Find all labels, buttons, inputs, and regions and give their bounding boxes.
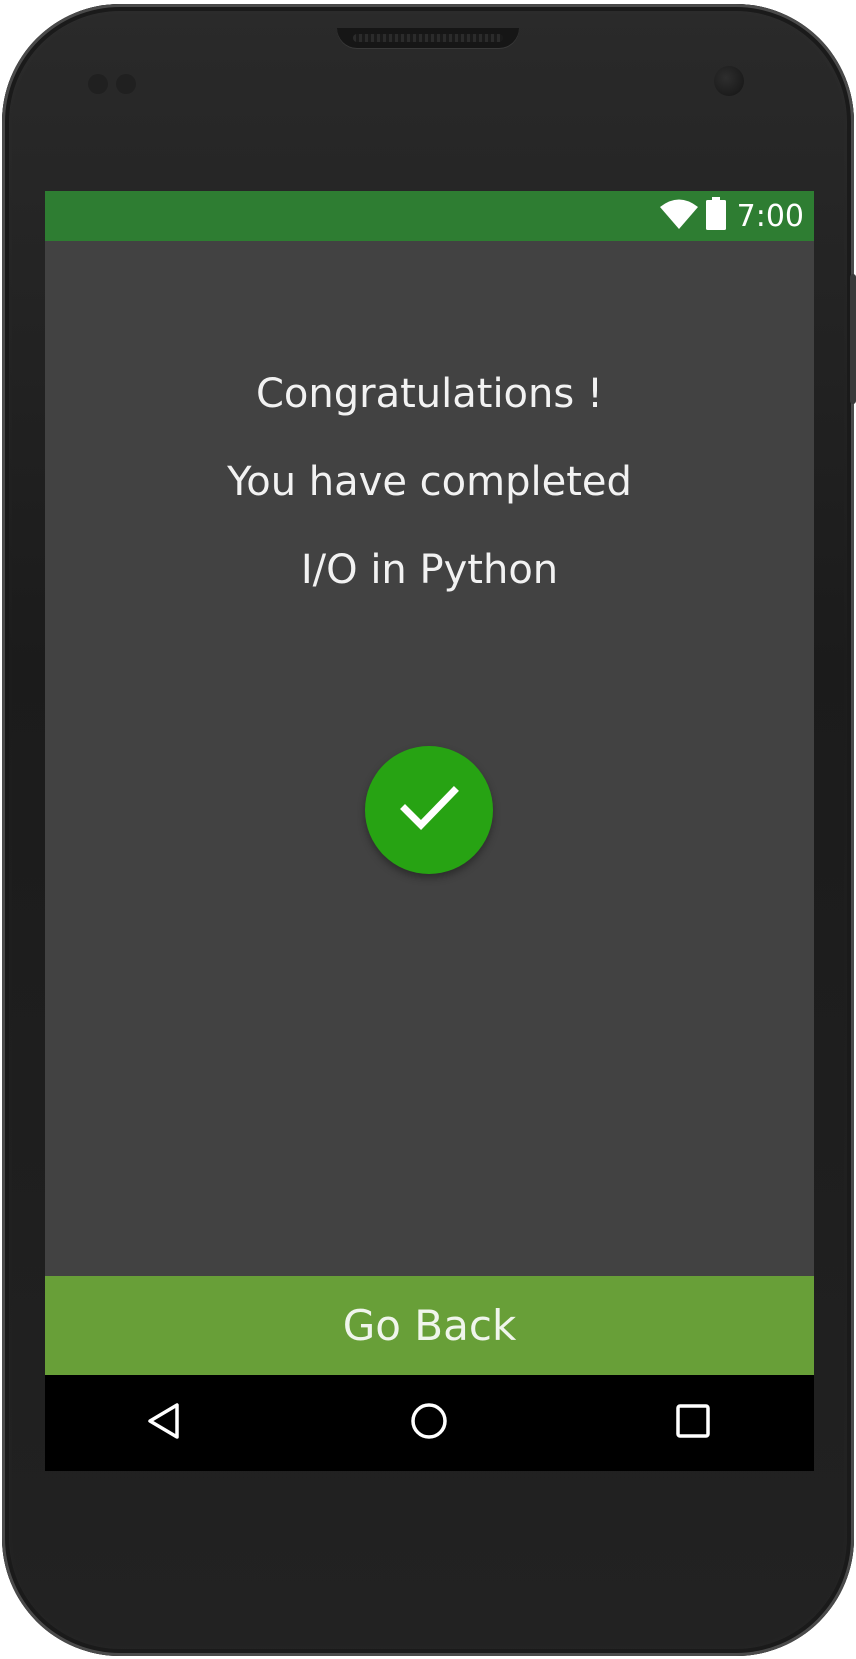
back-icon — [145, 1401, 185, 1445]
wifi-icon — [659, 198, 699, 234]
nav-back-button[interactable] — [105, 1375, 225, 1471]
nav-recent-apps-button[interactable] — [633, 1375, 753, 1471]
status-icons: 7:00 — [659, 191, 804, 241]
navigation-bar — [45, 1375, 814, 1471]
light-sensor — [116, 74, 136, 94]
battery-icon — [705, 197, 727, 235]
status-bar: 7:00 — [45, 191, 814, 241]
app-screen: 7:00 Congratulations ! You have complete… — [45, 191, 814, 1471]
phone-frame: 7:00 Congratulations ! You have complete… — [2, 4, 856, 1656]
proximity-sensor — [88, 74, 108, 94]
recent-apps-icon — [673, 1401, 713, 1445]
course-name: I/O in Python — [300, 547, 559, 593]
status-time: 7:00 — [736, 198, 804, 234]
success-badge — [365, 746, 493, 874]
completion-message: You have completed — [227, 459, 632, 505]
go-back-button[interactable]: Go Back — [45, 1276, 814, 1375]
nav-home-button[interactable] — [369, 1375, 489, 1471]
front-camera — [714, 66, 744, 96]
earpiece-speaker — [337, 28, 519, 48]
checkmark-icon — [399, 783, 459, 837]
home-icon — [409, 1401, 449, 1445]
power-button — [850, 274, 856, 404]
congratulations-heading: Congratulations ! — [256, 371, 603, 417]
